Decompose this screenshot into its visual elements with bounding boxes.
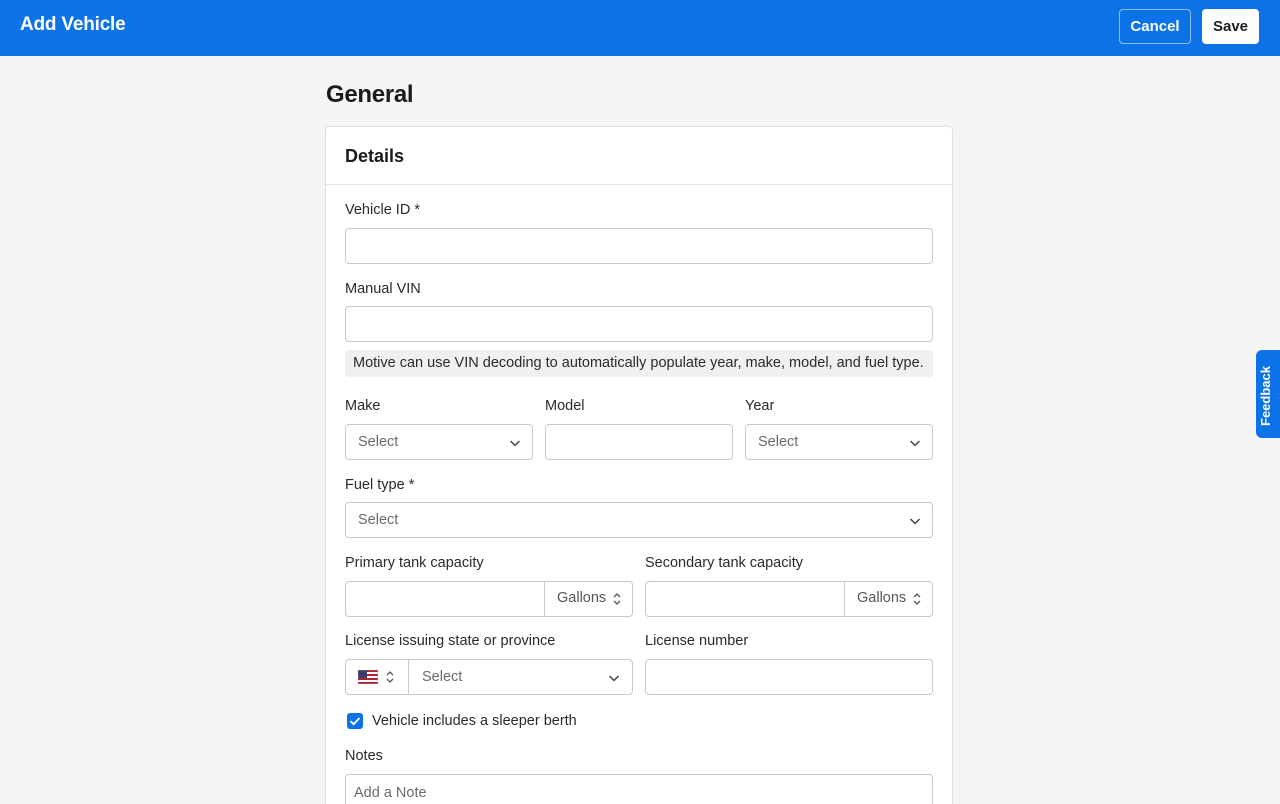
sleeper-berth-label: Vehicle includes a sleeper berth [372, 713, 577, 729]
secondary-tank-input[interactable]: Gallons [645, 581, 933, 617]
primary-tank-input[interactable]: Gallons [345, 581, 633, 617]
year-select[interactable]: Select [745, 424, 933, 460]
state-placeholder: Select [422, 669, 463, 685]
us-flag-icon [358, 670, 378, 684]
primary-tank-unit-select[interactable]: Gallons [544, 582, 632, 616]
country-select[interactable] [346, 660, 409, 694]
feedback-tab[interactable]: Feedback [1256, 350, 1280, 438]
card-title: Details [345, 146, 405, 166]
card-header: Details [326, 127, 952, 185]
required-mark: * [408, 477, 415, 493]
notes-label: Notes [345, 748, 383, 764]
top-bar: Add Vehicle Cancel Save [0, 0, 1280, 56]
secondary-tank-unit-select[interactable]: Gallons [844, 582, 932, 616]
required-mark: * [414, 202, 420, 218]
fuel-type-label: Fuel type * [345, 477, 414, 493]
year-label: Year [745, 398, 775, 414]
checkmark-icon [349, 717, 361, 726]
unit-label: Gallons [857, 590, 907, 606]
model-label: Model [545, 398, 585, 414]
fuel-type-placeholder: Select [358, 512, 399, 528]
up-down-chevron-icon [386, 671, 394, 683]
license-state-field: Select [345, 659, 633, 695]
page-title: Add Vehicle [20, 14, 126, 35]
section-title: General [326, 81, 414, 108]
license-number-input[interactable] [645, 659, 933, 695]
chevron-down-icon [608, 675, 620, 682]
chevron-down-icon [909, 440, 921, 447]
vehicle-id-label-text: Vehicle ID [345, 202, 411, 218]
notes-placeholder: Add a Note [354, 785, 427, 801]
secondary-tank-label: Secondary tank capacity [645, 555, 803, 571]
sleeper-berth-checkbox[interactable] [347, 713, 363, 729]
year-placeholder: Select [758, 434, 799, 450]
vin-hint: Motive can use VIN decoding to automatic… [345, 350, 933, 377]
vehicle-id-input[interactable] [345, 228, 933, 264]
license-state-label: License issuing state or province [345, 633, 556, 649]
make-label: Make [345, 398, 381, 414]
model-input[interactable] [545, 424, 733, 460]
unit-label: Gallons [557, 590, 607, 606]
cancel-button[interactable]: Cancel [1119, 9, 1191, 44]
up-down-chevron-icon [613, 593, 621, 605]
primary-tank-label: Primary tank capacity [345, 555, 484, 571]
notes-textarea[interactable]: Add a Note [345, 774, 933, 804]
make-placeholder: Select [358, 434, 399, 450]
make-select[interactable]: Select [345, 424, 533, 460]
manual-vin-label: Manual VIN [345, 281, 421, 297]
state-select[interactable]: Select [410, 660, 632, 694]
vehicle-id-label: Vehicle ID * [345, 202, 420, 218]
chevron-down-icon [909, 518, 921, 525]
save-button[interactable]: Save [1202, 9, 1259, 44]
license-number-label: License number [645, 633, 749, 649]
fuel-type-label-text: Fuel type [345, 477, 405, 493]
feedback-label: Feedback [1258, 366, 1273, 426]
manual-vin-input[interactable] [345, 306, 933, 342]
fuel-type-select[interactable]: Select [345, 502, 933, 538]
chevron-down-icon [509, 440, 521, 447]
up-down-chevron-icon [913, 593, 921, 605]
